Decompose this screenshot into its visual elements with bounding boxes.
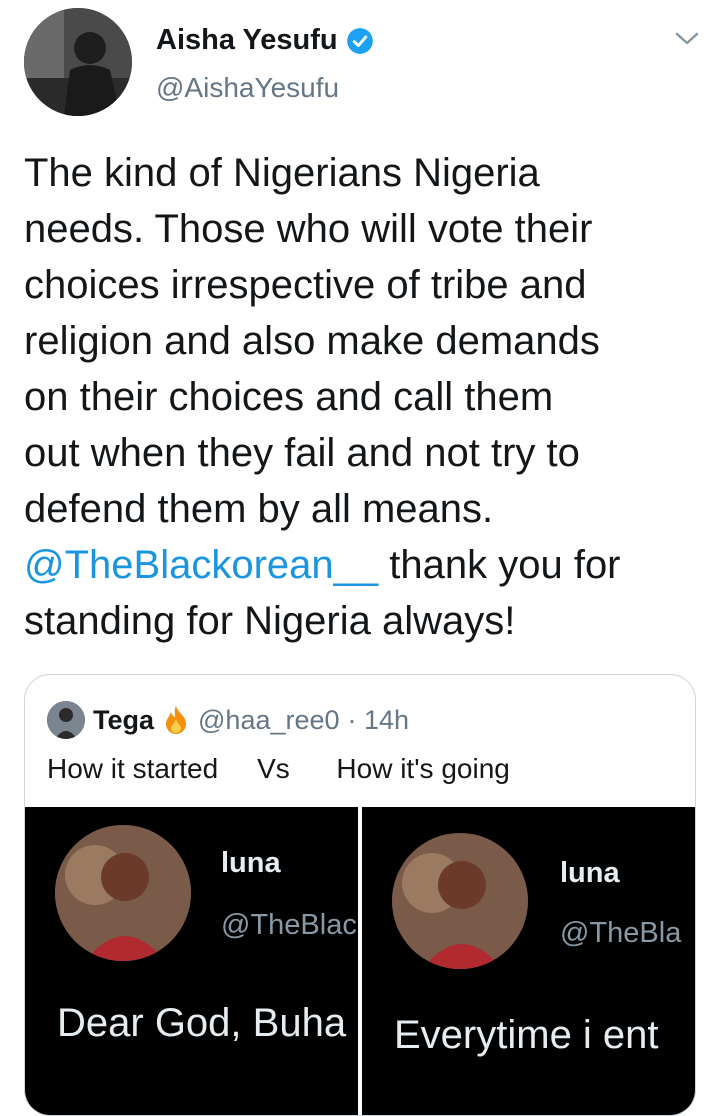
- quoted-tweet-card[interactable]: Tega @haa_ree0 · 14h How it started Vs H…: [24, 674, 696, 1116]
- tweet-fragment: thank you for: [378, 543, 621, 587]
- verified-badge-icon: [346, 27, 373, 54]
- tweet-text: The kind of Nigerians Nigeria needs. Thos…: [24, 145, 704, 649]
- fire-emoji-icon: [166, 706, 187, 734]
- screenshot-text: Dear God, Buha: [57, 1001, 347, 1045]
- mention-link[interactable]: @TheBlackorean__: [24, 543, 378, 587]
- quoted-timestamp: · 14h: [347, 704, 410, 735]
- screenshot-avatar: [55, 825, 191, 961]
- quoted-image-right[interactable]: luna @TheBla Everytime i ent: [362, 807, 695, 1115]
- tweet-line: on their choices and call them: [24, 375, 554, 419]
- tweet-line: religion and also make demands: [24, 319, 600, 363]
- quoted-author-name: Tega: [93, 704, 155, 735]
- quoted-author-avatar: [47, 701, 85, 739]
- quoted-tweet-header: Tega @haa_ree0 · 14h: [47, 701, 409, 739]
- tweet-line: out when they fail and not try to: [24, 431, 580, 475]
- author-name[interactable]: Aisha Yesufu: [156, 24, 338, 57]
- author-avatar[interactable]: [24, 8, 132, 116]
- tweet-line: defend them by all means.: [24, 487, 494, 531]
- screenshot-handle: @TheBla: [560, 917, 682, 949]
- chevron-down-icon[interactable]: [672, 26, 702, 50]
- tweet-line: The kind of Nigerians Nigeria: [24, 151, 540, 195]
- tweet-line: choices irrespective of tribe and: [24, 263, 587, 307]
- quoted-image-left[interactable]: luna @TheBlac Dear God, Buha: [25, 807, 358, 1115]
- tweet-line: needs. Those who will vote their: [24, 207, 593, 251]
- tweet-line: standing for Nigeria always!: [24, 599, 516, 643]
- screenshot-name: luna: [560, 857, 620, 889]
- quoted-tweet-text: How it started Vs How it's going: [47, 753, 510, 784]
- tweet-line: @TheBlackorean__ thank you for: [24, 537, 704, 593]
- screenshot-avatar: [392, 833, 528, 969]
- screenshot-text: Everytime i ent: [394, 1013, 659, 1057]
- screenshot-handle: @TheBlac: [221, 909, 357, 941]
- author-handle[interactable]: @AishaYesufu: [156, 72, 339, 104]
- screenshot-name: luna: [221, 847, 281, 879]
- author-name-row[interactable]: Aisha Yesufu: [156, 24, 374, 57]
- quoted-author-handle: @haa_ree0: [198, 704, 340, 735]
